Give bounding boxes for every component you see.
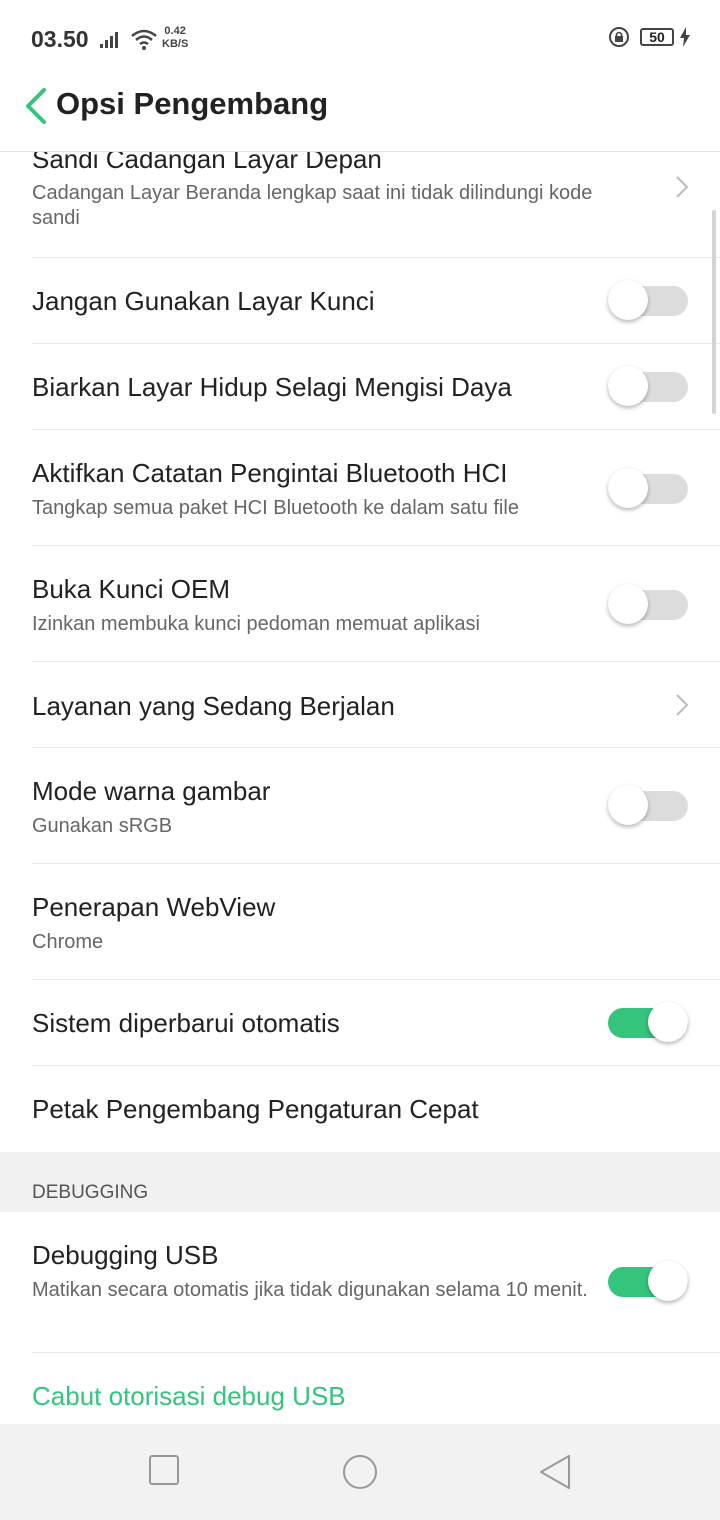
- navigation-bar: [0, 1424, 720, 1520]
- recent-apps-icon[interactable]: [148, 1454, 180, 1486]
- toggle-knob: [608, 280, 648, 320]
- toggle-switch[interactable]: [608, 1002, 688, 1042]
- clock: 03.50: [31, 26, 89, 52]
- toggle-knob: [608, 584, 648, 624]
- item-title: Aktifkan Catatan Pengintai Bluetooth HCI: [32, 458, 508, 488]
- page-title: Opsi Pengembang: [56, 86, 329, 121]
- list-item-auto-update[interactable]: Sistem diperbarui otomatis: [0, 980, 720, 1066]
- item-title: Debugging USB: [32, 1240, 219, 1270]
- speed-unit: KB/S: [162, 38, 189, 50]
- list-item-webview[interactable]: Penerapan WebView Chrome: [0, 864, 720, 980]
- app-bar: Opsi Pengembang: [0, 78, 720, 152]
- battery-indicator: 50: [640, 28, 674, 46]
- toggle-switch[interactable]: [608, 1261, 688, 1301]
- item-subtitle: Izinkan membuka kunci pedoman memuat apl…: [32, 613, 480, 635]
- status-bar: 03.50 0.42 KB/S 50: [0, 0, 720, 78]
- item-title: Mode warna gambar: [32, 776, 271, 806]
- chevron-right-icon: [676, 176, 688, 198]
- scrollbar[interactable]: [712, 210, 716, 414]
- toggle-switch[interactable]: [608, 366, 688, 406]
- toggle-switch[interactable]: [608, 584, 688, 624]
- list-item-stay-awake[interactable]: Biarkan Layar Hidup Selagi Mengisi Daya: [0, 344, 720, 430]
- home-icon[interactable]: [341, 1454, 379, 1492]
- toggle-switch[interactable]: [608, 280, 688, 320]
- item-title: Petak Pengembang Pengaturan Cepat: [32, 1094, 479, 1124]
- item-subtitle: Chrome: [32, 931, 104, 953]
- section-header-debugging: DEBUGGING: [0, 1152, 720, 1212]
- list-item-revoke-usb-auth[interactable]: Cabut otorisasi debug USB: [0, 1353, 720, 1424]
- rotation-lock-icon: [609, 27, 629, 47]
- back-arrow-icon[interactable]: [22, 86, 50, 126]
- charging-icon: [680, 27, 690, 47]
- chevron-right-icon: [676, 694, 688, 716]
- item-title: Sandi Cadangan Layar Depan: [32, 152, 382, 174]
- settings-list[interactable]: Sandi Cadangan Layar Depan Cadangan Laya…: [0, 152, 720, 1424]
- list-item-bluetooth-hci[interactable]: Aktifkan Catatan Pengintai Bluetooth HCI…: [0, 430, 720, 546]
- toggle-knob: [608, 468, 648, 508]
- toggle-knob: [608, 785, 648, 825]
- wifi-icon: [131, 29, 157, 50]
- item-title: Layanan yang Sedang Berjalan: [32, 691, 395, 721]
- list-item-usb-debugging[interactable]: Debugging USB Matikan secara otomatis ji…: [0, 1212, 720, 1353]
- list-item-running-services[interactable]: Layanan yang Sedang Berjalan: [0, 662, 720, 748]
- toggle-switch[interactable]: [608, 468, 688, 508]
- list-item-quick-settings-tiles[interactable]: Petak Pengembang Pengaturan Cepat: [0, 1066, 720, 1152]
- list-item-no-lock-screen[interactable]: Jangan Gunakan Layar Kunci: [0, 258, 720, 344]
- toggle-knob: [648, 1261, 688, 1301]
- item-title: Penerapan WebView: [32, 892, 276, 922]
- speed-value: 0.42: [164, 25, 186, 37]
- section-label: DEBUGGING: [32, 1182, 149, 1203]
- item-title: Biarkan Layar Hidup Selagi Mengisi Daya: [32, 372, 512, 402]
- item-title-link[interactable]: Cabut otorisasi debug USB: [32, 1381, 346, 1412]
- toggle-knob: [648, 1002, 688, 1042]
- signal-icon: [100, 32, 118, 48]
- item-title: Jangan Gunakan Layar Kunci: [32, 286, 375, 316]
- list-item-oem-unlock[interactable]: Buka Kunci OEM Izinkan membuka kunci ped…: [0, 546, 720, 662]
- toggle-switch[interactable]: [608, 785, 688, 825]
- list-item-color-mode[interactable]: Mode warna gambar Gunakan sRGB: [0, 748, 720, 864]
- item-subtitle: Gunakan sRGB: [32, 815, 173, 837]
- item-subtitle: Matikan secara otomatis jika tidak digun…: [32, 1279, 588, 1301]
- back-icon[interactable]: [538, 1454, 572, 1490]
- toggle-knob: [608, 366, 648, 406]
- item-subtitle: Tangkap semua paket HCI Bluetooth ke dal…: [32, 497, 519, 519]
- network-speed: 0.42 KB/S: [162, 25, 188, 51]
- item-title: Sistem diperbarui otomatis: [32, 1008, 340, 1038]
- list-item-backup-password[interactable]: Sandi Cadangan Layar Depan Cadangan Laya…: [0, 152, 720, 258]
- item-title: Buka Kunci OEM: [32, 574, 230, 604]
- item-subtitle: Cadangan Layar Beranda lengkap saat ini …: [32, 182, 593, 229]
